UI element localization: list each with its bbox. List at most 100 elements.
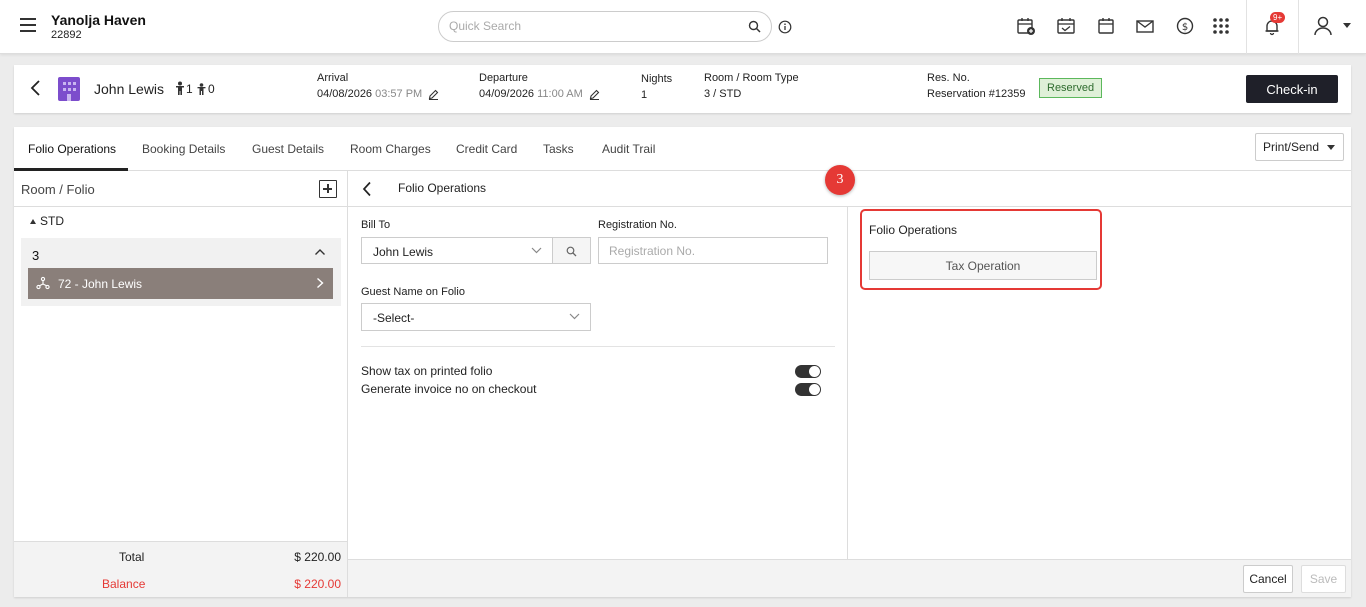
nights-value: 1 bbox=[641, 89, 648, 101]
folio-item-label: 72 - John Lewis bbox=[58, 277, 143, 291]
search-icon bbox=[566, 246, 577, 257]
bill-to-select[interactable]: John Lewis bbox=[361, 237, 553, 264]
tab-credit-card[interactable]: Credit Card bbox=[456, 142, 517, 156]
nights-label: Nights bbox=[641, 73, 673, 85]
res-no-label: Res. No. bbox=[927, 72, 970, 84]
folio-item[interactable]: 72 - John Lewis bbox=[28, 268, 333, 299]
show-tax-label: Show tax on printed folio bbox=[361, 364, 493, 378]
edit-pencil-icon[interactable] bbox=[589, 89, 600, 100]
child-count: 0 bbox=[208, 82, 215, 96]
top-bar: Yanolja Haven 22892 $ 9+ bbox=[0, 0, 1366, 54]
show-tax-toggle[interactable] bbox=[795, 365, 821, 378]
chevron-down-icon bbox=[531, 247, 542, 254]
folio-totals: Total $ 220.00 Balance $ 220.00 bbox=[14, 541, 347, 597]
caret-down-icon[interactable] bbox=[1343, 23, 1351, 28]
add-folio-icon[interactable] bbox=[319, 180, 337, 198]
room-type-group[interactable]: STD bbox=[30, 214, 64, 228]
guest-name-folio-value: -Select- bbox=[373, 311, 415, 325]
reservation-header: John Lewis 1 0 Arrival 04/08/2026 03:57 … bbox=[14, 65, 1351, 113]
tab-tasks[interactable]: Tasks bbox=[543, 142, 574, 156]
caret-down-icon bbox=[1327, 145, 1335, 150]
check-in-button[interactable]: Check-in bbox=[1246, 75, 1338, 103]
main-panel: Folio Operations Booking Details Guest D… bbox=[14, 127, 1351, 597]
svg-text:$: $ bbox=[1182, 22, 1188, 33]
content-header: Folio Operations 3 bbox=[348, 165, 1351, 207]
arrival-time: 03:57 PM bbox=[375, 88, 423, 100]
guest-name-folio-label: Guest Name on Folio bbox=[361, 286, 465, 298]
divider bbox=[1298, 0, 1299, 54]
divider bbox=[361, 346, 835, 347]
bill-to-search-button[interactable] bbox=[552, 237, 591, 264]
tax-operation-button[interactable]: Tax Operation bbox=[869, 251, 1097, 280]
room-folio-title: Room / Folio bbox=[21, 182, 95, 197]
chevron-right-icon bbox=[317, 277, 324, 289]
folio-operations-box: Folio Operations Tax Operation bbox=[860, 209, 1102, 290]
balance-label: Balance bbox=[102, 577, 146, 591]
print-send-label: Print/Send bbox=[1263, 140, 1320, 154]
room-type-label: Room / Room Type bbox=[704, 72, 799, 84]
content-title: Folio Operations bbox=[398, 181, 487, 195]
room-card: 3 72 - John Lewis bbox=[21, 238, 341, 306]
edit-pencil-icon[interactable] bbox=[428, 89, 439, 100]
registration-no-input[interactable] bbox=[598, 237, 828, 264]
child-icon bbox=[197, 83, 206, 95]
tab-folio-operations[interactable]: Folio Operations bbox=[28, 142, 116, 156]
property-code: 22892 bbox=[51, 29, 82, 41]
room-type-group-label: STD bbox=[40, 214, 64, 228]
tab-bar: Folio Operations Booking Details Guest D… bbox=[14, 127, 1351, 171]
total-value: $ 220.00 bbox=[294, 550, 341, 564]
divider bbox=[1246, 0, 1247, 54]
calendar-check-icon[interactable] bbox=[1056, 16, 1076, 36]
collapse-triangle-icon bbox=[30, 219, 36, 225]
operations-pane: Folio Operations Tax Operation bbox=[849, 207, 1351, 559]
room-number: 3 bbox=[32, 248, 40, 263]
total-label: Total bbox=[119, 550, 145, 564]
bill-to-value: John Lewis bbox=[373, 245, 434, 259]
arrival-value: 04/08/2026 03:57 PM bbox=[317, 88, 439, 100]
guest-name-folio-select[interactable]: -Select- bbox=[361, 303, 591, 331]
tab-audit-trail[interactable]: Audit Trail bbox=[602, 142, 655, 156]
folio-form: Bill To John Lewis Registration No. Gues… bbox=[348, 207, 848, 559]
chevron-up-icon[interactable] bbox=[314, 248, 326, 256]
form-footer: Cancel Save bbox=[348, 559, 1351, 597]
room-type-value: 3 / STD bbox=[704, 88, 742, 100]
chevron-down-icon bbox=[569, 313, 580, 320]
apps-grid-icon[interactable] bbox=[1211, 16, 1231, 36]
save-button[interactable]: Save bbox=[1301, 565, 1346, 593]
search-icon[interactable] bbox=[748, 20, 761, 33]
user-icon[interactable] bbox=[1312, 15, 1334, 37]
property-name: Yanolja Haven bbox=[51, 12, 146, 28]
quick-search[interactable] bbox=[438, 11, 772, 42]
info-icon[interactable] bbox=[778, 20, 792, 34]
departure-label: Departure bbox=[479, 72, 528, 84]
departure-time: 11:00 AM bbox=[537, 88, 583, 100]
split-folio-icon bbox=[36, 276, 50, 290]
arrival-date: 04/08/2026 bbox=[317, 88, 373, 100]
print-send-button[interactable]: Print/Send bbox=[1255, 133, 1344, 161]
tab-booking-details[interactable]: Booking Details bbox=[142, 142, 225, 156]
adult-icon bbox=[176, 81, 184, 95]
step-marker: 3 bbox=[825, 165, 855, 195]
registration-no-label: Registration No. bbox=[598, 219, 677, 231]
back-arrow-icon[interactable] bbox=[362, 181, 372, 197]
balance-value: $ 220.00 bbox=[294, 577, 341, 591]
tab-room-charges[interactable]: Room Charges bbox=[350, 142, 431, 156]
guest-name: John Lewis bbox=[94, 81, 165, 97]
menu-icon[interactable] bbox=[20, 18, 36, 32]
back-arrow-icon[interactable] bbox=[30, 79, 42, 97]
generate-invoice-toggle[interactable] bbox=[795, 383, 821, 396]
calendar-add-icon[interactable] bbox=[1016, 16, 1036, 36]
room-folio-pane: Room / Folio STD 3 72 - John Lewis Total… bbox=[14, 171, 348, 597]
bill-to-label: Bill To bbox=[361, 219, 391, 231]
calendar-icon[interactable] bbox=[1096, 16, 1116, 36]
room-folio-header: Room / Folio bbox=[14, 171, 347, 207]
tab-guest-details[interactable]: Guest Details bbox=[252, 142, 324, 156]
dollar-icon[interactable]: $ bbox=[1175, 16, 1195, 36]
res-no-value: Reservation #12359 bbox=[927, 88, 1026, 100]
generate-invoice-label: Generate invoice no on checkout bbox=[361, 382, 537, 396]
adult-count: 1 bbox=[186, 82, 193, 96]
cancel-button[interactable]: Cancel bbox=[1243, 565, 1293, 593]
mail-icon[interactable] bbox=[1135, 16, 1155, 36]
building-icon bbox=[58, 77, 80, 101]
search-input[interactable] bbox=[449, 19, 729, 33]
